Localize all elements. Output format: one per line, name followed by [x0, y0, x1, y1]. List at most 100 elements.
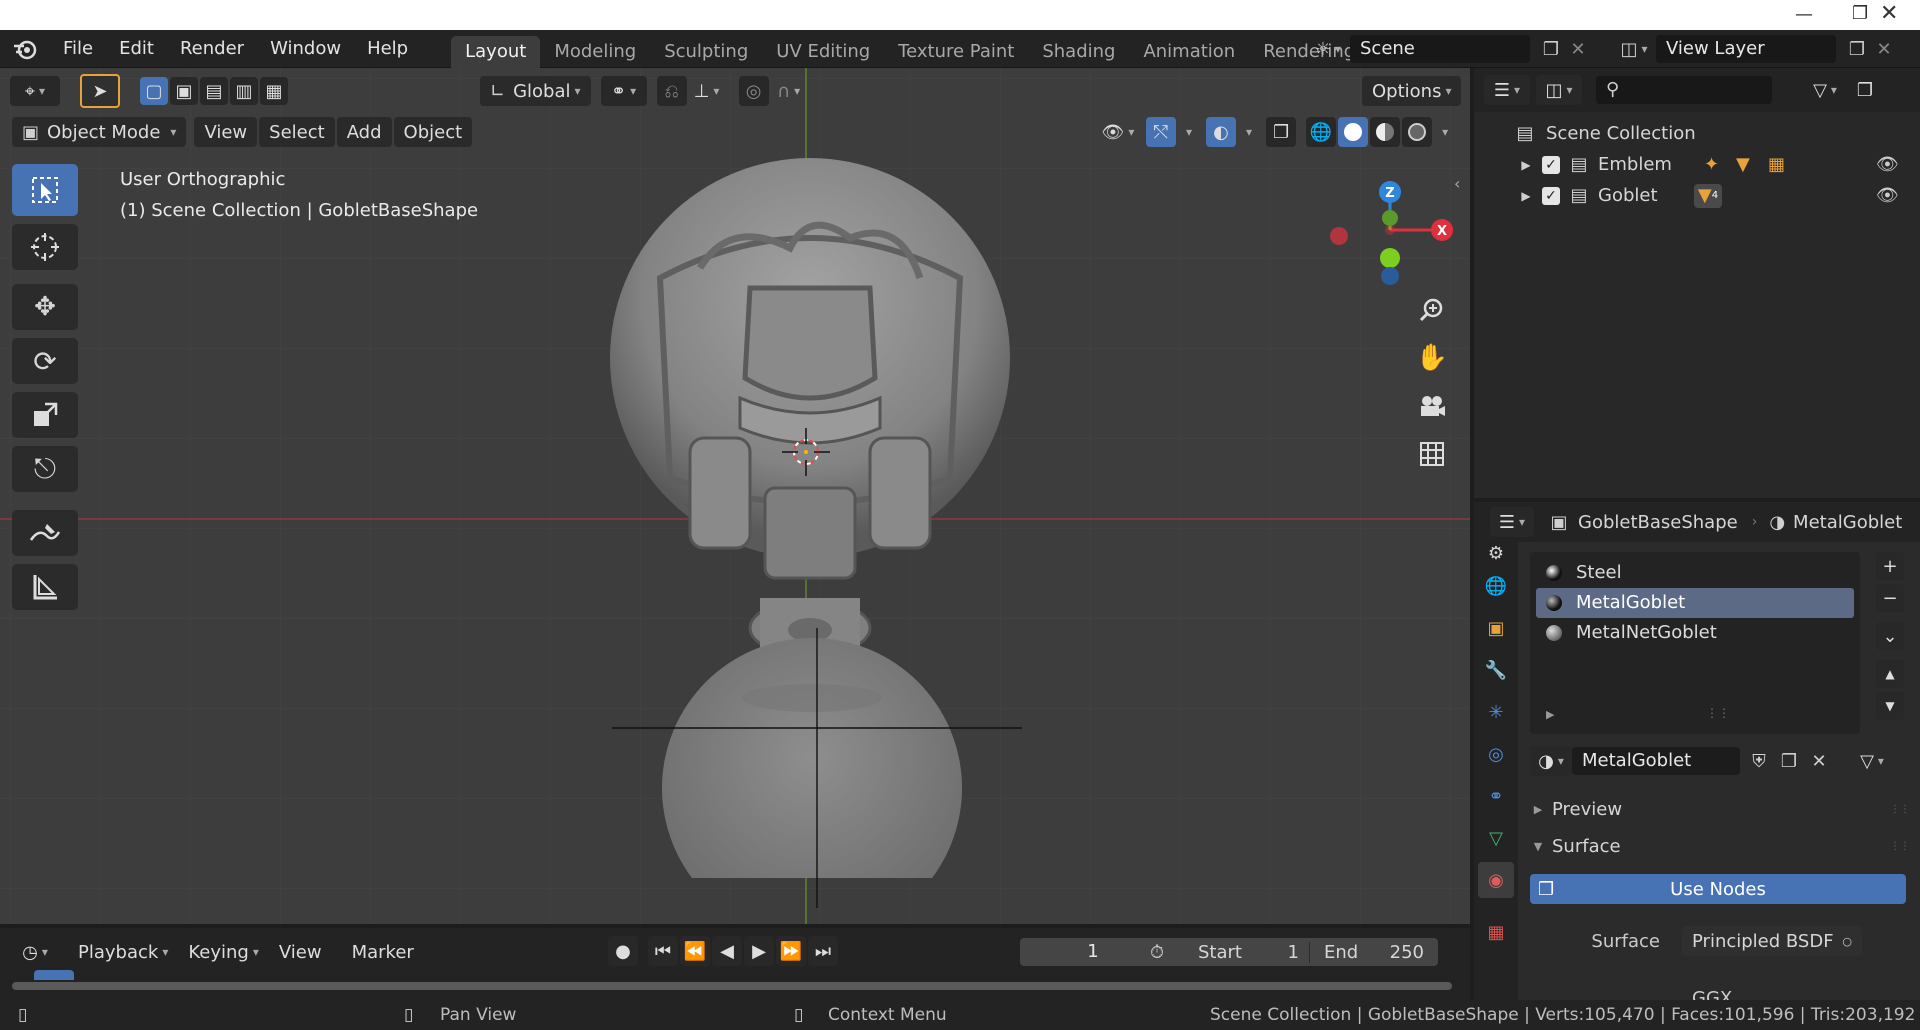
delete-view-layer-icon[interactable]: ✕ [1872, 39, 1896, 60]
solid-shading-icon[interactable] [1338, 117, 1369, 147]
armature-icon[interactable]: ✦ [1704, 154, 1719, 175]
menu-help[interactable]: Help [354, 38, 421, 59]
gizmo-toggle-icon[interactable]: ⤲ [1146, 117, 1176, 147]
move-tool[interactable]: ✥ [12, 284, 78, 330]
physics-tab-icon[interactable]: ◎ [1478, 736, 1514, 772]
jump-end-button[interactable]: ⏭ [808, 936, 838, 966]
navigation-gizmo[interactable]: Z X [1320, 170, 1470, 290]
transform-tool[interactable]: ⎋ [12, 446, 78, 492]
timeline-scrollbar[interactable] [12, 982, 1452, 990]
menu-render[interactable]: Render [167, 38, 257, 59]
delete-scene-icon[interactable]: ✕ [1566, 39, 1590, 60]
unlink-material-icon[interactable]: ✕ [1804, 751, 1834, 772]
duplicate-material-icon[interactable]: ❐ [1774, 751, 1804, 772]
fake-user-shield-icon[interactable]: ⛨ [1744, 751, 1774, 772]
scene-name-field[interactable]: Scene [1350, 35, 1530, 63]
falloff-icon[interactable]: ∩ ▾ [769, 76, 809, 106]
view-layer-field[interactable]: View Layer [1656, 35, 1836, 63]
drag-handle-icon[interactable]: ⋮⋮ [1890, 841, 1910, 852]
preview-panel-header[interactable]: ▶ Preview ⋮⋮ [1530, 794, 1914, 824]
jump-keyframe-forward-button[interactable]: ⏩ [776, 936, 806, 966]
move-slot-down-button[interactable]: ▼ [1876, 692, 1904, 720]
menu-file[interactable]: File [50, 38, 106, 59]
new-collection-icon[interactable]: ❐ [1850, 75, 1880, 105]
menu-window[interactable]: Window [257, 38, 354, 59]
timeline-menu-view[interactable]: View [273, 937, 328, 967]
use-nodes-button[interactable]: ❐ Use Nodes [1530, 874, 1906, 904]
scene-icon[interactable]: ☼ ▾ [1306, 39, 1350, 60]
pan-hand-icon[interactable]: ✋ [1412, 338, 1452, 378]
proportional-edit-icon[interactable]: ◎ [738, 76, 769, 106]
close-window-button[interactable]: ✕ [1880, 1, 1898, 26]
scale-tool[interactable] [12, 392, 78, 438]
preview-range-icon[interactable]: ⏱ [1142, 942, 1172, 963]
include-checkbox[interactable]: ✓ [1542, 186, 1560, 205]
sidebar-toggle-icon[interactable]: ‹ [1454, 174, 1460, 193]
overlay-toggle-icon[interactable]: ◐ [1206, 117, 1237, 147]
play-button[interactable]: ▶ [744, 936, 774, 966]
outliner-item-emblem[interactable]: ▶ ✓ ▤ Emblem ✦ ▼ ▦ 👁 [1474, 149, 1920, 180]
modifier-tab-icon[interactable]: 🔧 [1478, 652, 1514, 688]
shading-dropdown-icon[interactable]: ▾ [1442, 125, 1448, 139]
viewport-menu-add[interactable]: Add [336, 117, 392, 147]
data-tab-icon[interactable]: ▽ [1478, 820, 1514, 856]
outliner-editor-type-icon[interactable]: ☰ ▾ [1484, 75, 1530, 105]
snap-toggle-icon[interactable]: ⎌ [656, 76, 687, 106]
jump-start-button[interactable]: ⏮ [648, 936, 678, 966]
object-mode-dropdown[interactable]: ▣ Object Mode ▾ [12, 117, 187, 147]
viewport-menu-view[interactable]: View [194, 117, 258, 147]
browse-material-icon[interactable]: ◑ ▾ [1530, 746, 1572, 776]
mode-extend-selection-icon[interactable]: ▣ [170, 77, 198, 105]
options-dropdown[interactable]: Options ▾ [1362, 76, 1462, 106]
timeline-editor-type-icon[interactable]: ◷ ▾ [12, 937, 58, 967]
select-mode-icon[interactable]: ➤ [80, 74, 120, 108]
particles-tab-icon[interactable]: ✳ [1478, 694, 1514, 730]
xray-toggle-icon[interactable]: ❐ [1266, 117, 1297, 147]
visibility-eye-icon[interactable]: 👁 [1876, 185, 1899, 206]
timeline-menu-marker[interactable]: Marker [346, 937, 420, 967]
surface-shader-dropdown[interactable]: Principled BSDF ○ [1682, 926, 1862, 956]
mesh-data-icon[interactable]: ▼ [1736, 154, 1750, 175]
viewport-menu-object[interactable]: Object [393, 117, 473, 147]
play-reverse-button[interactable]: ◀ [712, 936, 742, 966]
grid-projection-icon[interactable] [1412, 434, 1452, 474]
new-view-layer-icon[interactable]: ❐ [1842, 39, 1872, 60]
measure-tool[interactable] [12, 564, 78, 610]
material-slot-steel[interactable]: Steel [1536, 558, 1854, 588]
blender-logo-icon[interactable] [0, 38, 50, 60]
view-layer-icon[interactable]: ◫ ▾ [1612, 39, 1656, 60]
cursor-tool[interactable] [12, 224, 78, 270]
tab-modeling[interactable]: Modeling [540, 36, 650, 68]
constraints-tab-icon[interactable]: ⚭ [1478, 778, 1514, 814]
tab-uv-editing[interactable]: UV Editing [762, 36, 884, 68]
gizmo-dropdown-icon[interactable]: ▾ [1186, 125, 1192, 139]
material-tab-icon[interactable]: ◉ [1478, 862, 1514, 898]
annotate-tool[interactable] [12, 510, 78, 556]
add-slot-button[interactable]: + [1876, 552, 1904, 580]
snap-target-icon[interactable]: ⊥ ▾ [687, 76, 727, 106]
object-tab-icon[interactable]: ▣ [1478, 610, 1514, 646]
tab-texture-paint[interactable]: Texture Paint [884, 36, 1028, 68]
timeline-menu-playback[interactable]: Playback ▾ [72, 937, 174, 967]
material-slot-metalnetgoblet[interactable]: MetalNetGoblet [1536, 618, 1854, 648]
new-scene-icon[interactable]: ❐ [1536, 39, 1566, 60]
mode-invert-selection-icon[interactable]: ▥ [230, 77, 258, 105]
slot-specials-icon[interactable]: ⌄ [1876, 622, 1904, 650]
outliner-item-goblet[interactable]: ▶ ✓ ▤ Goblet ▼ 4 👁 [1474, 180, 1920, 211]
end-frame-field[interactable]: End 250 [1310, 942, 1438, 963]
texture-tab-icon[interactable]: ▦ [1478, 914, 1514, 950]
mesh-group-icon[interactable]: ▼ 4 [1694, 183, 1722, 208]
record-button[interactable]: ● [608, 936, 638, 966]
tab-layout[interactable]: Layout [451, 35, 541, 68]
3d-viewport[interactable]: User Orthographic (1) Scene Collection |… [0, 68, 1470, 924]
mode-subtract-selection-icon[interactable]: ▤ [200, 77, 228, 105]
transform-orientation-dropdown[interactable]: ∟ Global ▾ [480, 76, 591, 106]
drag-handle-icon[interactable]: ⋮⋮ [1890, 804, 1910, 815]
rendered-shading-icon[interactable] [1402, 117, 1433, 147]
outliner-search-input[interactable]: ⚲ [1596, 76, 1772, 104]
pivot-point-icon[interactable]: ⚭ ▾ [600, 76, 647, 106]
properties-editor-type-icon[interactable]: ☰ ▾ [1490, 507, 1534, 537]
timeline-menu-keying[interactable]: Keying ▾ [182, 937, 265, 967]
visibility-eye-icon[interactable]: 👁 [1876, 154, 1899, 175]
overlay-dropdown-icon[interactable]: ▾ [1246, 125, 1252, 139]
